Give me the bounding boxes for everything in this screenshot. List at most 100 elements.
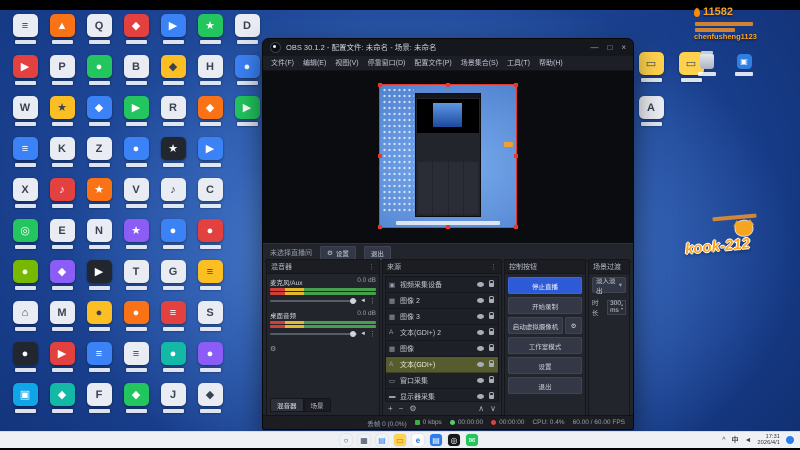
taskbar-clock[interactable]: 17:31 2026/4/1 (757, 434, 780, 447)
desktop-icon[interactable]: ◆ (195, 96, 225, 126)
visibility-icon[interactable] (477, 394, 484, 399)
desktop-icon[interactable]: ● (10, 342, 40, 372)
selection-handle[interactable] (378, 83, 382, 87)
duration-spinner[interactable]: 300 ms ▴ ▾ (607, 299, 626, 315)
visibility-icon[interactable] (477, 298, 484, 303)
desktop-icon[interactable]: ◎ (10, 219, 40, 249)
desktop-icon[interactable]: ★ (195, 14, 225, 44)
desktop-icon[interactable]: ● (158, 342, 188, 372)
plugin-settings-button[interactable]: ⚙ 设置 (320, 245, 356, 260)
desktop-icon[interactable]: N (84, 219, 114, 249)
vcam-config-button[interactable]: ⚙ (565, 317, 582, 334)
desktop-icon[interactable]: ≡ (195, 260, 225, 290)
selection-handle[interactable] (514, 154, 518, 158)
source-row[interactable]: ▭ 窗口采集 (386, 373, 498, 389)
desktop-icon[interactable]: ● (195, 219, 225, 249)
sources-header[interactable]: 来源 ⋮ (383, 260, 501, 274)
desktop-icon[interactable]: K (47, 137, 77, 167)
desktop-icon[interactable]: Z (84, 137, 114, 167)
source-row[interactable]: ▦ 图像 (386, 341, 498, 357)
desktop-icon[interactable]: ≡ (84, 342, 114, 372)
desktop-icon[interactable]: ♪ (158, 178, 188, 208)
desktop-icon[interactable]: ◆ (47, 383, 77, 413)
lock-icon[interactable] (489, 295, 494, 303)
control-button-3[interactable]: 工作室模式 (508, 337, 582, 354)
start-button[interactable] (322, 434, 334, 446)
visibility-icon[interactable] (477, 346, 484, 351)
control-button-5[interactable]: 退出 (508, 377, 582, 394)
store-button[interactable]: ▤ (430, 434, 442, 446)
desktop-icon[interactable]: ≡ (10, 14, 40, 44)
desktop-icon[interactable]: ◆ (121, 14, 151, 44)
desktop-icon[interactable]: ● (10, 260, 40, 290)
desktop-icon[interactable]: ⌂ (10, 301, 40, 331)
recycle-bin[interactable] (696, 51, 718, 76)
selection-handle[interactable] (378, 154, 382, 158)
desktop-icon[interactable]: ▶ (10, 55, 40, 85)
notification-icon[interactable] (786, 436, 794, 444)
transitions-header[interactable]: 场景过渡 (589, 260, 629, 274)
source-row[interactable]: ▬ 显示器采集 (386, 389, 498, 401)
source-row[interactable]: ▦ 图像 3 (386, 309, 498, 325)
source-row[interactable]: ▣ 视频采集设备 (386, 277, 498, 293)
meeting-app-shortcut[interactable]: ▣ (733, 54, 755, 76)
menu-item[interactable]: 场景集合(S) (461, 58, 498, 68)
ime-indicator[interactable]: 中 (731, 435, 738, 445)
desktop-icon[interactable]: P (47, 55, 77, 85)
desktop-icon[interactable]: ◆ (158, 55, 188, 85)
visibility-icon[interactable] (477, 282, 484, 287)
lock-icon[interactable] (489, 343, 494, 351)
desktop-icon[interactable]: A (636, 96, 666, 126)
visibility-icon[interactable] (477, 378, 484, 383)
controls-header[interactable]: 控制按钮 (505, 260, 585, 274)
selection-handle[interactable] (446, 225, 450, 229)
desktop-icon[interactable]: ● (232, 55, 262, 85)
lock-icon[interactable] (489, 327, 494, 335)
desktop-icon[interactable]: ≡ (10, 137, 40, 167)
source-row[interactable]: A 文本(GDI+) 2 (386, 325, 498, 341)
move-up-button[interactable]: ∧ (478, 404, 484, 413)
move-down-button[interactable]: ∨ (490, 404, 496, 413)
remove-source-button[interactable]: − (399, 404, 404, 413)
desktop-icon[interactable]: E (47, 219, 77, 249)
desktop-icon[interactable]: ▶ (47, 342, 77, 372)
desktop-icon[interactable]: X (10, 178, 40, 208)
transition-select[interactable]: 淡入淡出 ▾ (592, 277, 626, 295)
lock-icon[interactable] (489, 311, 494, 319)
preview-canvas[interactable] (263, 71, 633, 243)
desktop-icon[interactable]: ▶ (195, 137, 225, 167)
desktop-icon[interactable]: W (10, 96, 40, 126)
desktop-icon[interactable]: ★ (47, 96, 77, 126)
tab-scenes[interactable]: 场景 (303, 398, 331, 412)
desktop-icon[interactable]: ▶ (158, 14, 188, 44)
desktop-icon[interactable]: ★ (121, 219, 151, 249)
desktop-icon[interactable]: ★ (84, 178, 114, 208)
plugin-exit-button[interactable]: 退出 (363, 245, 391, 260)
dock-menu-icon[interactable]: ⋮ (368, 263, 375, 271)
speaker-icon[interactable]: ◄ (360, 298, 366, 304)
desktop-icon[interactable]: ▶ (232, 96, 262, 126)
lock-icon[interactable] (489, 279, 494, 287)
menu-item[interactable]: 文件(F) (271, 58, 294, 68)
tab-mixer[interactable]: 混音器 (270, 398, 304, 412)
desktop-icon[interactable]: ★ (158, 137, 188, 167)
desktop-icon[interactable]: ◆ (47, 260, 77, 290)
desktop-icon[interactable]: ● (84, 301, 114, 331)
speaker-icon[interactable]: ◄ (360, 331, 366, 337)
desktop-icon[interactable]: ▣ (10, 383, 40, 413)
menu-item[interactable]: 编辑(E) (303, 58, 326, 68)
desktop-icon[interactable]: ▶ (84, 260, 114, 290)
volume-slider[interactable] (270, 298, 358, 304)
widgets-button[interactable]: ▤ (376, 434, 388, 446)
desktop-icon[interactable]: ● (84, 55, 114, 85)
minimize-button[interactable]: — (590, 43, 598, 52)
desktop-icon[interactable]: B (121, 55, 151, 85)
dock-menu-icon[interactable]: ⋮ (490, 263, 497, 271)
desktop-icon[interactable]: ◆ (84, 96, 114, 126)
selection-handle[interactable] (446, 83, 450, 87)
tray-chevron-icon[interactable]: ^ (722, 437, 725, 444)
control-button-2[interactable]: 启动虚拟摄像机 (508, 317, 563, 334)
desktop-icon[interactable]: ● (121, 301, 151, 331)
menu-item[interactable]: 帮助(H) (539, 58, 563, 68)
desktop-icon[interactable]: ● (121, 137, 151, 167)
